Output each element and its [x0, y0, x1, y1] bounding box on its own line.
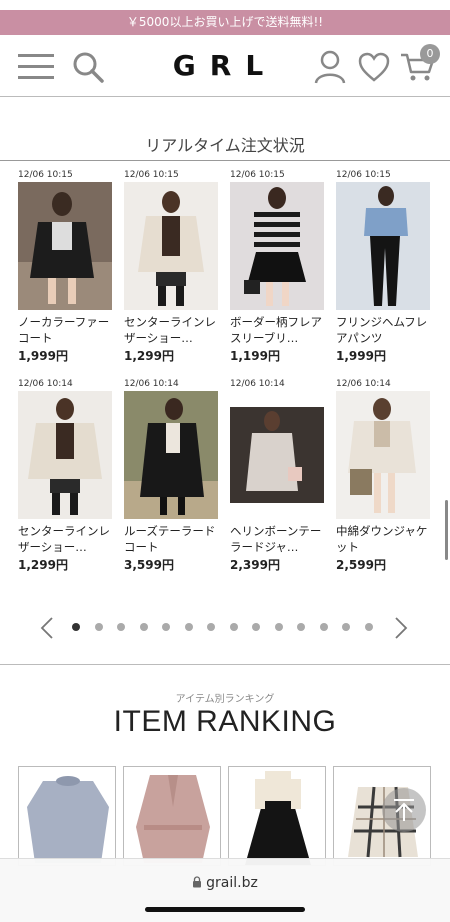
ranking-item-image — [27, 776, 109, 863]
product-image[interactable] — [230, 391, 324, 519]
search-icon[interactable] — [68, 47, 108, 87]
order-time: 12/06 10:15 — [124, 170, 179, 180]
menu-icon[interactable] — [16, 47, 56, 87]
account-icon[interactable] — [310, 47, 350, 87]
carousel-pager — [0, 615, 450, 639]
order-time: 12/06 10:15 — [336, 170, 391, 180]
pagination-dot[interactable] — [184, 623, 193, 631]
ranking-title: ITEM RANKING — [113, 705, 337, 738]
product-image[interactable] — [18, 391, 112, 519]
product-price: 2,599円 — [336, 558, 386, 572]
product-name[interactable]: センターラインレザーショー… — [124, 314, 220, 346]
product-card[interactable]: 12/06 10:15 ノーカラーファーコート 1,999円 — [18, 168, 114, 364]
browser-address-bar[interactable]: grail.bz — [0, 858, 450, 922]
section-divider — [0, 664, 450, 665]
pagination-dot[interactable] — [342, 623, 350, 631]
product-price: 1,999円 — [336, 349, 386, 363]
pagination-dot[interactable] — [319, 623, 328, 631]
order-time: 12/06 10:14 — [230, 379, 285, 389]
pagination-dot[interactable] — [252, 623, 260, 631]
product-image[interactable] — [124, 391, 218, 519]
order-time: 12/06 10:15 — [230, 170, 285, 180]
product-card[interactable]: 12/06 10:15 センターラインレザーショー… 1,299円 — [124, 168, 220, 364]
ranking-item[interactable] — [123, 766, 221, 866]
order-time: 12/06 10:14 — [18, 379, 73, 389]
home-indicator[interactable] — [145, 907, 305, 912]
pagination-dot[interactable] — [162, 623, 170, 631]
product-price: 1,299円 — [124, 349, 174, 363]
product-name[interactable]: フリンジヘムフレアパンツ — [336, 314, 432, 346]
order-time: 12/06 10:14 — [336, 379, 391, 389]
product-name[interactable]: 中綿ダウンジャケット — [336, 523, 432, 555]
product-card[interactable]: 12/06 10:14 ヘリンボーンテーラードジャ… 2,399円 — [230, 377, 326, 573]
pagination-dot[interactable] — [207, 623, 215, 631]
product-name[interactable]: ノーカラーファーコート — [18, 314, 114, 346]
product-price: 1,199円 — [230, 349, 280, 363]
scroll-to-top-button[interactable] — [382, 788, 426, 832]
product-card[interactable]: 12/06 10:14 ルーズテーラードコート 3,599円 — [124, 377, 220, 573]
pagination-dot[interactable] — [274, 623, 283, 631]
product-name[interactable]: ヘリンボーンテーラードジャ… — [230, 523, 326, 555]
site-logo[interactable]: GRL — [170, 48, 280, 84]
product-card[interactable]: 12/06 10:14 センターラインレザーショー… 1,299円 — [18, 377, 114, 573]
pagination-dot[interactable] — [117, 623, 125, 631]
product-image[interactable] — [18, 182, 112, 310]
product-image[interactable] — [336, 391, 430, 519]
product-price: 3,599円 — [124, 558, 174, 572]
promo-banner[interactable]: ￥5000以上お買い上げで送料無料!! — [0, 10, 450, 35]
ranking-item[interactable] — [18, 766, 116, 866]
ranking-item-image — [245, 771, 311, 865]
product-price: 2,399円 — [230, 558, 280, 572]
product-price: 1,299円 — [18, 558, 68, 572]
cart-count-badge: 0 — [420, 44, 440, 64]
pagination-dots — [72, 623, 373, 631]
product-name[interactable]: センターラインレザーショー… — [18, 523, 114, 555]
product-name[interactable]: ルーズテーラードコート — [124, 523, 220, 555]
pagination-dot[interactable] — [364, 623, 373, 631]
url-text: grail.bz — [206, 875, 258, 891]
arrow-up-icon — [394, 799, 414, 821]
product-card[interactable]: 12/06 10:14 中綿ダウンジャケット 2,599円 — [336, 377, 432, 573]
pagination-dot[interactable] — [94, 623, 103, 631]
chevron-left-icon[interactable] — [40, 617, 54, 643]
product-image[interactable] — [124, 182, 218, 310]
order-time: 12/06 10:15 — [18, 170, 73, 180]
order-time: 12/06 10:14 — [124, 379, 179, 389]
product-card[interactable]: 12/06 10:15 ボーダー柄フレアスリーブリ… 1,199円 — [230, 168, 326, 364]
title-divider — [0, 160, 450, 161]
pagination-dot[interactable] — [72, 623, 80, 631]
url-display[interactable]: grail.bz — [0, 875, 450, 892]
page-scrollbar[interactable] — [445, 500, 448, 560]
ranking-item-image — [136, 775, 210, 863]
chevron-right-icon[interactable] — [394, 617, 408, 643]
product-card[interactable]: 12/06 10:15 フリンジヘムフレアパンツ 1,999円 — [336, 168, 432, 364]
pagination-dot[interactable] — [139, 623, 148, 631]
lock-icon — [192, 876, 202, 892]
product-name[interactable]: ボーダー柄フレアスリーブリ… — [230, 314, 326, 346]
site-header: GRL 0 — [0, 35, 450, 97]
product-image[interactable] — [230, 182, 324, 310]
realtime-title: リアルタイム注文状況 — [145, 136, 305, 155]
heart-icon[interactable] — [354, 47, 394, 87]
ranking-item[interactable] — [228, 766, 326, 866]
product-price: 1,999円 — [18, 349, 68, 363]
promo-text: ￥5000以上お買い上げで送料無料!! — [126, 15, 324, 29]
pagination-dot[interactable] — [229, 623, 238, 631]
product-image[interactable] — [336, 182, 430, 310]
ranking-subtitle: アイテム別ランキング — [175, 694, 275, 705]
pagination-dot[interactable] — [297, 623, 305, 631]
